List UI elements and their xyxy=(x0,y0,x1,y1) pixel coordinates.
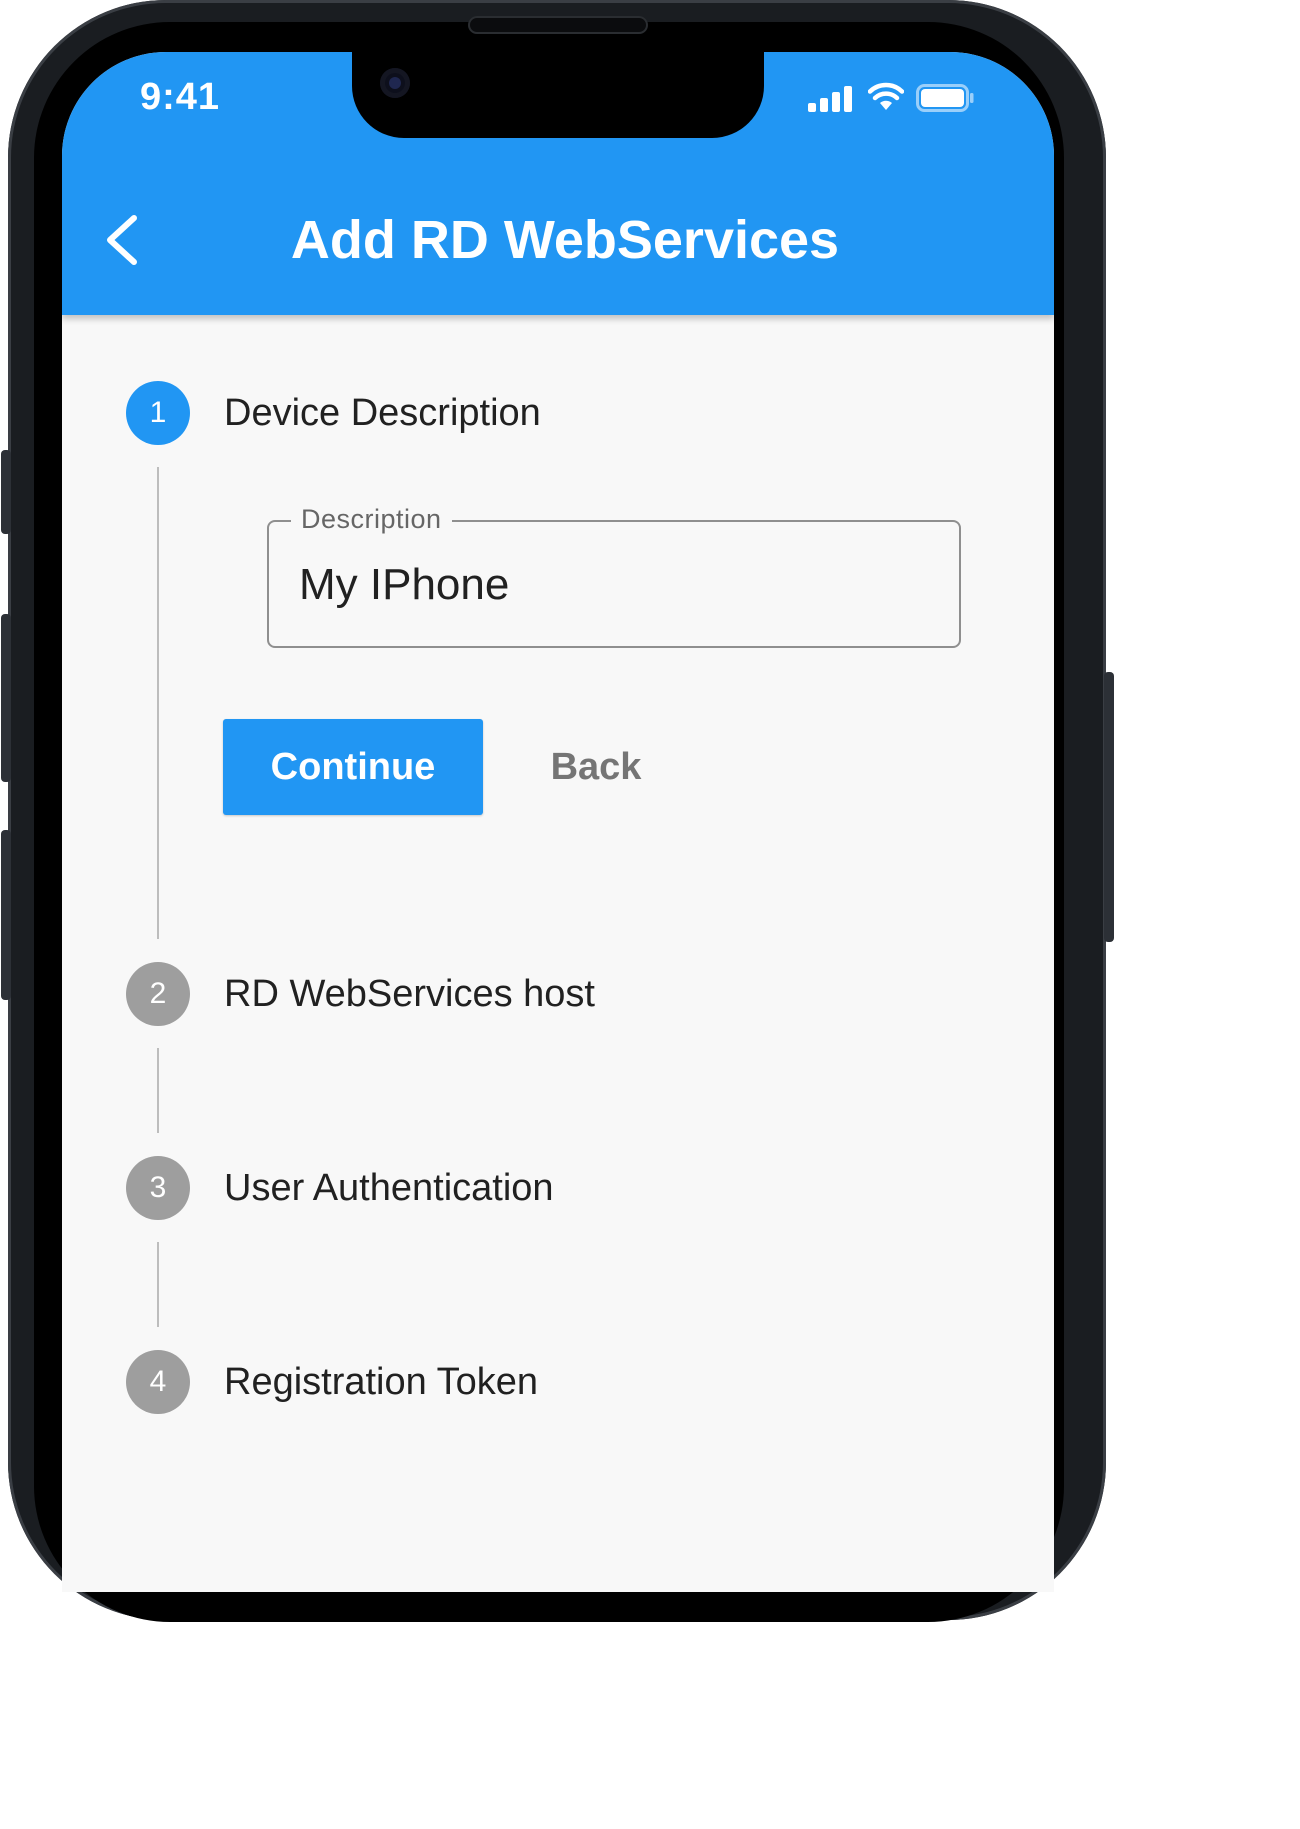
screen: 9:41 Add RD WebServices 1 Device Descrip… xyxy=(62,52,1054,1592)
step-1-indicator[interactable]: 1 xyxy=(126,381,190,445)
volume-down-button xyxy=(1,830,11,1000)
step-3-indicator[interactable]: 3 xyxy=(126,1156,190,1220)
status-time: 9:41 xyxy=(140,76,221,118)
wifi-icon xyxy=(868,82,904,110)
step-3-title[interactable]: User Authentication xyxy=(224,1156,554,1220)
step-connector xyxy=(157,1242,159,1327)
step-connector xyxy=(157,467,159,939)
battery-icon xyxy=(916,84,974,112)
description-field[interactable]: Description My IPhone xyxy=(267,504,961,648)
step-2-title[interactable]: RD WebServices host xyxy=(224,962,595,1026)
step-4-indicator[interactable]: 4 xyxy=(126,1350,190,1414)
cellular-signal-icon xyxy=(808,86,852,112)
page-title: Add RD WebServices xyxy=(290,210,840,270)
step-1-title[interactable]: Device Description xyxy=(224,381,541,445)
earpiece-speaker xyxy=(468,16,648,34)
step-connector xyxy=(157,1048,159,1133)
continue-button[interactable]: Continue xyxy=(223,719,483,815)
description-label: Description xyxy=(291,504,452,535)
camera-notch xyxy=(352,52,764,138)
step-4-title[interactable]: Registration Token xyxy=(224,1350,538,1414)
stepper: 1 Device Description Description My IPho… xyxy=(62,315,1054,1592)
front-camera xyxy=(380,68,410,98)
mute-switch xyxy=(1,450,11,534)
app-bar: 9:41 Add RD WebServices xyxy=(62,52,1054,315)
volume-up-button xyxy=(1,614,11,782)
back-button[interactable]: Back xyxy=(522,719,670,815)
step-2-indicator[interactable]: 2 xyxy=(126,962,190,1026)
description-input[interactable]: My IPhone xyxy=(299,560,509,610)
power-button xyxy=(1104,672,1114,942)
status-icons xyxy=(774,82,974,112)
